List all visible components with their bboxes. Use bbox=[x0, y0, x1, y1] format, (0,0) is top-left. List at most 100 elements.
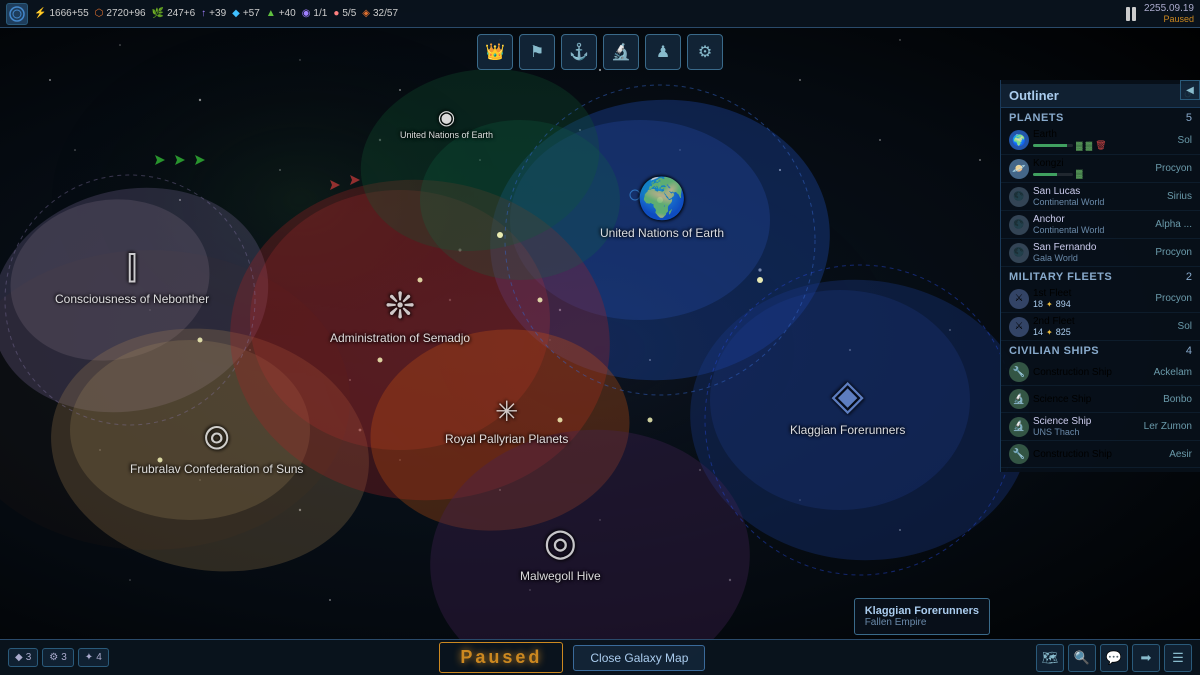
planets-section-header[interactable]: Planets 5 bbox=[1001, 108, 1200, 126]
ship-science-1-info: Science Ship bbox=[1033, 394, 1159, 405]
resource-pop: ● 5/5 bbox=[333, 8, 356, 19]
planet-earth[interactable]: 🌍 Earth ▓ ▓ 🗑 Sol bbox=[1001, 126, 1200, 155]
paused-label: Paused bbox=[439, 642, 563, 673]
nav-ships[interactable]: ⚓ bbox=[561, 34, 597, 70]
planet-anchor-info: Anchor Continental World bbox=[1033, 214, 1151, 235]
fleet-1st-icon: ⚔ bbox=[1009, 289, 1029, 309]
nav-factions[interactable]: ⚑ bbox=[519, 34, 555, 70]
fleet-2nd-icon: ⚔ bbox=[1009, 317, 1029, 337]
ship-science-uns-thach-info: Science Ship UNS Thach bbox=[1033, 416, 1140, 437]
bottom-right: 🗺 🔍 💬 ➡ ☰ bbox=[1028, 644, 1200, 672]
ship-science-1[interactable]: 🔬 Science Ship Bonbo bbox=[1001, 386, 1200, 413]
ship-science-uns-thach-icon: 🔬 bbox=[1009, 417, 1029, 437]
bottom-btn-3[interactable]: ✦ 4 bbox=[78, 648, 109, 667]
planet-san-lucas-icon: 🌑 bbox=[1009, 187, 1029, 207]
empire-tooltip-name: Klaggian Forerunners bbox=[865, 605, 979, 617]
planet-kongzi-name: Kongzi bbox=[1033, 158, 1151, 169]
nav-settings[interactable]: ⚙ bbox=[687, 34, 723, 70]
bottom-messages-button[interactable]: 💬 bbox=[1100, 644, 1128, 672]
ship-construction-2-info: Construction Ship bbox=[1033, 449, 1165, 460]
close-galaxy-map-button[interactable]: Close Galaxy Map bbox=[573, 645, 705, 671]
planet-earth-progress bbox=[1033, 144, 1073, 147]
planet-san-lucas-info: San Lucas Continental World bbox=[1033, 186, 1163, 207]
fleet-1st-location: Procyon bbox=[1155, 293, 1192, 304]
bottom-search-button[interactable]: 🔍 bbox=[1068, 644, 1096, 672]
civilian-ships-section-header[interactable]: Civilian Ships 4 bbox=[1001, 341, 1200, 359]
nav-technology[interactable]: 🔬 bbox=[603, 34, 639, 70]
military-fleets-title: Military Fleets bbox=[1009, 271, 1112, 283]
ship-science-uns-thach-location: Ler Zumon bbox=[1144, 421, 1192, 432]
ship-construction-1-name: Construction Ship bbox=[1033, 367, 1150, 378]
ship-science-uns-thach[interactable]: 🔬 Science Ship UNS Thach Ler Zumon bbox=[1001, 413, 1200, 441]
planet-kongzi-icon: 🪐 bbox=[1009, 159, 1029, 179]
fleet-2nd-location: Sol bbox=[1178, 321, 1192, 332]
planet-san-fernando-info: San Fernando Gala World bbox=[1033, 242, 1151, 263]
resource-influence: ↑ +39 bbox=[201, 8, 226, 19]
planet-san-fernando[interactable]: 🌑 San Fernando Gala World Procyon bbox=[1001, 239, 1200, 267]
fleet-2nd-name: 2nd Fleet bbox=[1033, 316, 1174, 327]
ship-construction-1[interactable]: 🔧 Construction Ship Ackelam bbox=[1001, 359, 1200, 386]
planet-anchor-icon: 🌑 bbox=[1009, 215, 1029, 235]
planet-anchor-name: Anchor bbox=[1033, 214, 1151, 225]
resource-alloys: ▲ +40 bbox=[266, 8, 296, 19]
resource-unity: ◆ +57 bbox=[232, 8, 260, 19]
planet-anchor[interactable]: 🌑 Anchor Continental World Alpha ... bbox=[1001, 211, 1200, 239]
outliner-panel: Outliner ↺ Planets 5 🌍 Earth ▓ ▓ 🗑 Sol 🪐… bbox=[1000, 80, 1200, 472]
planet-kongzi-progress bbox=[1033, 173, 1073, 176]
fleet-2nd-power: 825 bbox=[1056, 327, 1071, 337]
planet-san-lucas[interactable]: 🌑 San Lucas Continental World Sirius bbox=[1001, 183, 1200, 211]
ship-science-uns-thach-name: Science Ship bbox=[1033, 416, 1140, 427]
pause-button[interactable] bbox=[1126, 7, 1136, 21]
fleet-1st[interactable]: ⚔ 1st Fleet 18 ✦ 894 Procyon bbox=[1001, 285, 1200, 313]
resource-traditions: ◉ 1/1 bbox=[302, 8, 328, 19]
planet-san-fernando-name: San Fernando bbox=[1033, 242, 1151, 253]
ship-science-1-name: Science Ship bbox=[1033, 394, 1159, 405]
military-fleets-section-header[interactable]: Military Fleets 2 bbox=[1001, 267, 1200, 285]
top-bar: ⚡ 1666+55 ⬡ 2720+96 🌿 247+6 ↑ +39 ◆ +57 … bbox=[0, 0, 1200, 28]
fleet-1st-info: 1st Fleet 18 ✦ 894 bbox=[1033, 288, 1151, 309]
planets-section-title: Planets bbox=[1009, 112, 1064, 124]
ship-construction-1-location: Ackelam bbox=[1154, 367, 1192, 378]
planet-earth-icon: 🌍 bbox=[1009, 130, 1029, 150]
planet-san-lucas-location: Sirius bbox=[1167, 191, 1192, 202]
planet-san-fernando-location: Procyon bbox=[1155, 247, 1192, 258]
bottom-menu-button[interactable]: ☰ bbox=[1164, 644, 1192, 672]
planet-san-fernando-icon: 🌑 bbox=[1009, 243, 1029, 263]
ship-construction-2-icon: 🔧 bbox=[1009, 444, 1029, 464]
civilian-ships-count: 4 bbox=[1186, 345, 1192, 357]
planet-anchor-location: Alpha ... bbox=[1155, 219, 1192, 230]
resource-capacity: ◈ 32/57 bbox=[362, 8, 398, 19]
planet-san-lucas-name: San Lucas bbox=[1033, 186, 1163, 197]
planet-kongzi-info: Kongzi ▓ bbox=[1033, 158, 1151, 179]
bottom-btn-2[interactable]: ⚙ 3 bbox=[42, 648, 74, 667]
bottom-map-button[interactable]: 🗺 bbox=[1036, 644, 1064, 672]
planet-kongzi-location: Procyon bbox=[1155, 163, 1192, 174]
planet-kongzi[interactable]: 🪐 Kongzi ▓ Procyon bbox=[1001, 155, 1200, 183]
nav-government[interactable]: 👑 bbox=[477, 34, 513, 70]
empire-tooltip-type: Fallen Empire bbox=[865, 617, 979, 628]
bottom-left: ◆ 3 ⚙ 3 ✦ 4 bbox=[0, 648, 117, 667]
fleet-2nd[interactable]: ⚔ 2nd Fleet 14 ✦ 825 Sol bbox=[1001, 313, 1200, 341]
outliner-header: Outliner ↺ bbox=[1001, 84, 1200, 108]
nav-situations[interactable]: ♟ bbox=[645, 34, 681, 70]
outliner-toggle[interactable]: ◀ bbox=[1180, 80, 1200, 100]
center-nav: 👑 ⚑ ⚓ 🔬 ♟ ⚙ bbox=[477, 34, 723, 70]
bottom-btn-1[interactable]: ◆ 3 bbox=[8, 648, 38, 667]
bottom-next-button[interactable]: ➡ bbox=[1132, 644, 1160, 672]
date-display: 2255.09.19 Paused bbox=[1144, 3, 1194, 24]
ship-construction-2-location: Aesir bbox=[1169, 449, 1192, 460]
planets-section-count: 5 bbox=[1186, 112, 1192, 124]
outliner-title: Outliner bbox=[1009, 88, 1059, 103]
ship-science-1-icon: 🔬 bbox=[1009, 389, 1029, 409]
bottom-center: Paused Close Galaxy Map bbox=[117, 642, 1028, 673]
ship-construction-1-info: Construction Ship bbox=[1033, 367, 1150, 378]
fleet-1st-power: 894 bbox=[1056, 299, 1071, 309]
top-bar-right: 2255.09.19 Paused bbox=[1126, 3, 1194, 24]
planet-earth-info: Earth ▓ ▓ 🗑 bbox=[1033, 129, 1174, 151]
resource-food: 🌿 247+6 bbox=[152, 8, 196, 19]
empire-button[interactable] bbox=[6, 3, 28, 25]
fleet-2nd-ships: 14 bbox=[1033, 327, 1043, 337]
ship-science-1-location: Bonbo bbox=[1163, 394, 1192, 405]
ship-construction-2-name: Construction Ship bbox=[1033, 449, 1165, 460]
ship-construction-2[interactable]: 🔧 Construction Ship Aesir bbox=[1001, 441, 1200, 468]
